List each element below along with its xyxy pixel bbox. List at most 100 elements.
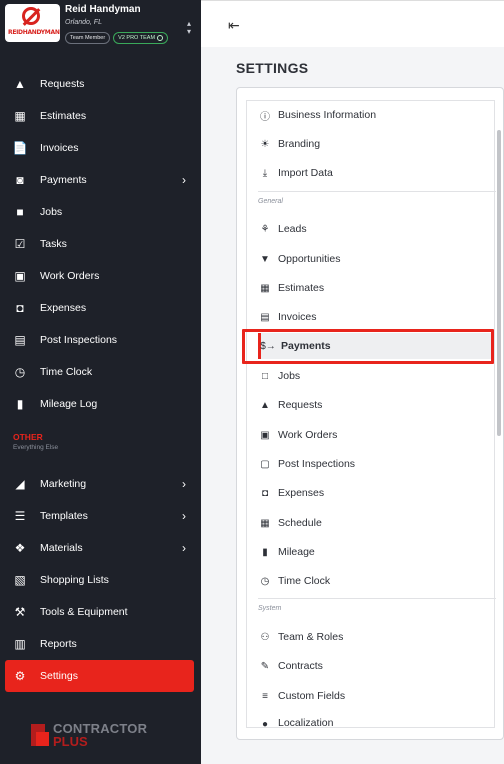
- sidebar-item-label: Estimates: [40, 110, 87, 122]
- company-name: Reid Handyman: [65, 4, 141, 15]
- settings-item-label: Work Orders: [278, 429, 338, 441]
- reports-icon: ▥: [14, 637, 26, 651]
- sidebar-item-label: Jobs: [40, 206, 63, 218]
- sidebar-item-label: Mileage Log: [40, 398, 98, 410]
- sidebar-item-label: Tools & Equipment: [40, 606, 128, 618]
- section-title: OTHER: [13, 432, 43, 442]
- settings-item-mileage[interactable]: ▮ Mileage: [258, 539, 494, 565]
- sidebar-item-tasks[interactable]: ☑ Tasks: [5, 228, 194, 260]
- sidebar-item-label: Payments: [40, 174, 87, 186]
- sidebar-item-payments[interactable]: ◙ Payments ›: [5, 164, 194, 196]
- expenses-icon: ◘: [16, 301, 24, 315]
- sun-icon: ☀: [260, 138, 270, 150]
- sidebar-item-work-orders[interactable]: ▣ Work Orders: [5, 260, 194, 292]
- sidebar-item-marketing[interactable]: ◢ Marketing ›: [5, 468, 194, 500]
- sidebar-item-jobs[interactable]: ■ Jobs: [5, 196, 194, 228]
- settings-item-business-information[interactable]: ⓘ Business Information: [258, 102, 494, 128]
- sidebar-item-mileage-log[interactable]: ▮ Mileage Log: [5, 388, 194, 420]
- settings-item-label: Post Inspections: [278, 458, 356, 470]
- contract-icon: ✎: [260, 660, 270, 672]
- page-title: SETTINGS: [236, 60, 309, 76]
- sidebar-item-label: Tasks: [40, 238, 67, 250]
- fuel-icon: ▮: [16, 397, 24, 411]
- post-inspections-icon: ▢: [260, 458, 270, 470]
- group-label-system: System: [258, 605, 282, 612]
- settings-item-localization[interactable]: ● Localization: [258, 712, 494, 728]
- group-label-general: General: [258, 198, 283, 205]
- chevron-right-icon: ›: [182, 509, 186, 523]
- megaphone-icon: ◢: [15, 477, 25, 491]
- sidebar-item-label: Marketing: [40, 478, 87, 490]
- settings-item-label: Contracts: [278, 660, 323, 672]
- settings-item-label: Branding: [278, 138, 321, 150]
- gear-icon: ⚙: [14, 669, 26, 683]
- post-inspections-icon: ▤: [14, 333, 26, 347]
- sidebar-item-materials[interactable]: ❖ Materials ›: [5, 532, 194, 564]
- sidebar-item-shopping-lists[interactable]: ▧ Shopping Lists: [5, 564, 194, 596]
- company-logo-text: REIDHANDYMAN: [8, 29, 60, 36]
- sidebar-item-tools-equipment[interactable]: ⚒ Tools & Equipment: [5, 596, 194, 628]
- estimates-icon: ▦: [14, 109, 26, 123]
- settings-item-label: Localization: [278, 717, 334, 728]
- sidebar-item-label: Reports: [40, 638, 77, 650]
- settings-item-expenses[interactable]: ◘ Expenses: [258, 480, 494, 506]
- settings-item-invoices[interactable]: ▤ Invoices: [258, 304, 494, 330]
- sidebar-item-label: Materials: [40, 542, 83, 554]
- settings-item-contracts[interactable]: ✎ Contracts: [258, 653, 494, 679]
- sidebar-item-label: Settings: [40, 670, 78, 682]
- settings-item-opportunities[interactable]: ▼ Opportunities: [258, 246, 494, 272]
- settings-menu-scrollbar[interactable]: [497, 130, 501, 436]
- sidebar-item-label: Post Inspections: [40, 334, 118, 346]
- jobs-icon: ■: [16, 205, 24, 219]
- sidebar-item-post-inspections[interactable]: ▤ Post Inspections: [5, 324, 194, 356]
- settings-item-time-clock[interactable]: ◷ Time Clock: [258, 568, 494, 594]
- settings-item-requests[interactable]: ▲ Requests: [258, 392, 494, 418]
- sidebar-item-time-clock[interactable]: ◷ Time Clock: [5, 356, 194, 388]
- top-bar: ⇤: [201, 0, 504, 47]
- team-icon: ⚇: [260, 631, 270, 643]
- sidebar-item-estimates[interactable]: ▦ Estimates: [5, 100, 194, 132]
- collapse-sidebar-icon[interactable]: ⇤: [228, 17, 244, 33]
- info-icon: ⓘ: [260, 111, 270, 123]
- settings-item-branding[interactable]: ☀ Branding: [258, 131, 494, 157]
- requests-icon: ▲: [260, 399, 270, 411]
- sidebar-item-requests[interactable]: ▲ Requests: [5, 68, 194, 100]
- settings-item-label: Time Clock: [278, 575, 331, 587]
- chevron-updown-icon[interactable]: ▴ ▾: [187, 20, 191, 36]
- sidebar-item-reports[interactable]: ▥ Reports: [5, 628, 194, 660]
- trophy-icon: ▼: [260, 253, 270, 265]
- sidebar-item-label: Invoices: [40, 142, 79, 154]
- sidebar-item-settings[interactable]: ⚙ Settings: [5, 660, 194, 692]
- settings-item-leads[interactable]: ⚘ Leads: [258, 216, 494, 242]
- settings-item-custom-fields[interactable]: ≡ Custom Fields: [258, 683, 494, 709]
- settings-item-label: Business Information: [278, 109, 377, 121]
- invoices-icon: 📄: [12, 141, 28, 155]
- settings-item-label: Mileage: [278, 546, 315, 558]
- settings-item-schedule[interactable]: ▦ Schedule: [258, 510, 494, 536]
- settings-item-label: Invoices: [278, 311, 317, 323]
- team-member-badge: Team Member: [65, 32, 111, 44]
- divider: [258, 598, 496, 599]
- settings-item-import-data[interactable]: ⤓ Import Data: [258, 160, 494, 186]
- brand-mark-icon: [31, 722, 49, 748]
- brand-name-bottom: PLUS: [53, 734, 88, 749]
- company-location: Orlando, FL: [65, 19, 102, 26]
- settings-item-team-roles[interactable]: ⚇ Team & Roles: [258, 624, 494, 650]
- settings-item-jobs[interactable]: □ Jobs: [258, 363, 494, 389]
- chevron-right-icon: ›: [182, 173, 186, 187]
- company-switcher[interactable]: REIDHANDYMAN Reid Handyman Orlando, FL T…: [0, 0, 201, 56]
- settings-item-label: Estimates: [278, 282, 325, 294]
- settings-item-post-inspections[interactable]: ▢ Post Inspections: [258, 451, 494, 477]
- settings-item-label: Custom Fields: [278, 690, 346, 702]
- settings-item-estimates[interactable]: ▦ Estimates: [258, 275, 494, 301]
- sidebar-item-templates[interactable]: ☰ Templates ›: [5, 500, 194, 532]
- globe-icon: ●: [261, 718, 269, 729]
- sidebar-item-invoices[interactable]: 📄 Invoices: [5, 132, 194, 164]
- calendar-icon: ▦: [260, 517, 270, 529]
- company-logo: REIDHANDYMAN: [5, 4, 60, 42]
- sidebar-item-expenses[interactable]: ◘ Expenses: [5, 292, 194, 324]
- contractor-plus-logo: CONTRACTOR PLUS: [31, 722, 147, 748]
- settings-item-work-orders[interactable]: ▣ Work Orders: [258, 422, 494, 448]
- download-icon: ⤓: [262, 167, 268, 179]
- work-orders-icon: ▣: [14, 269, 26, 283]
